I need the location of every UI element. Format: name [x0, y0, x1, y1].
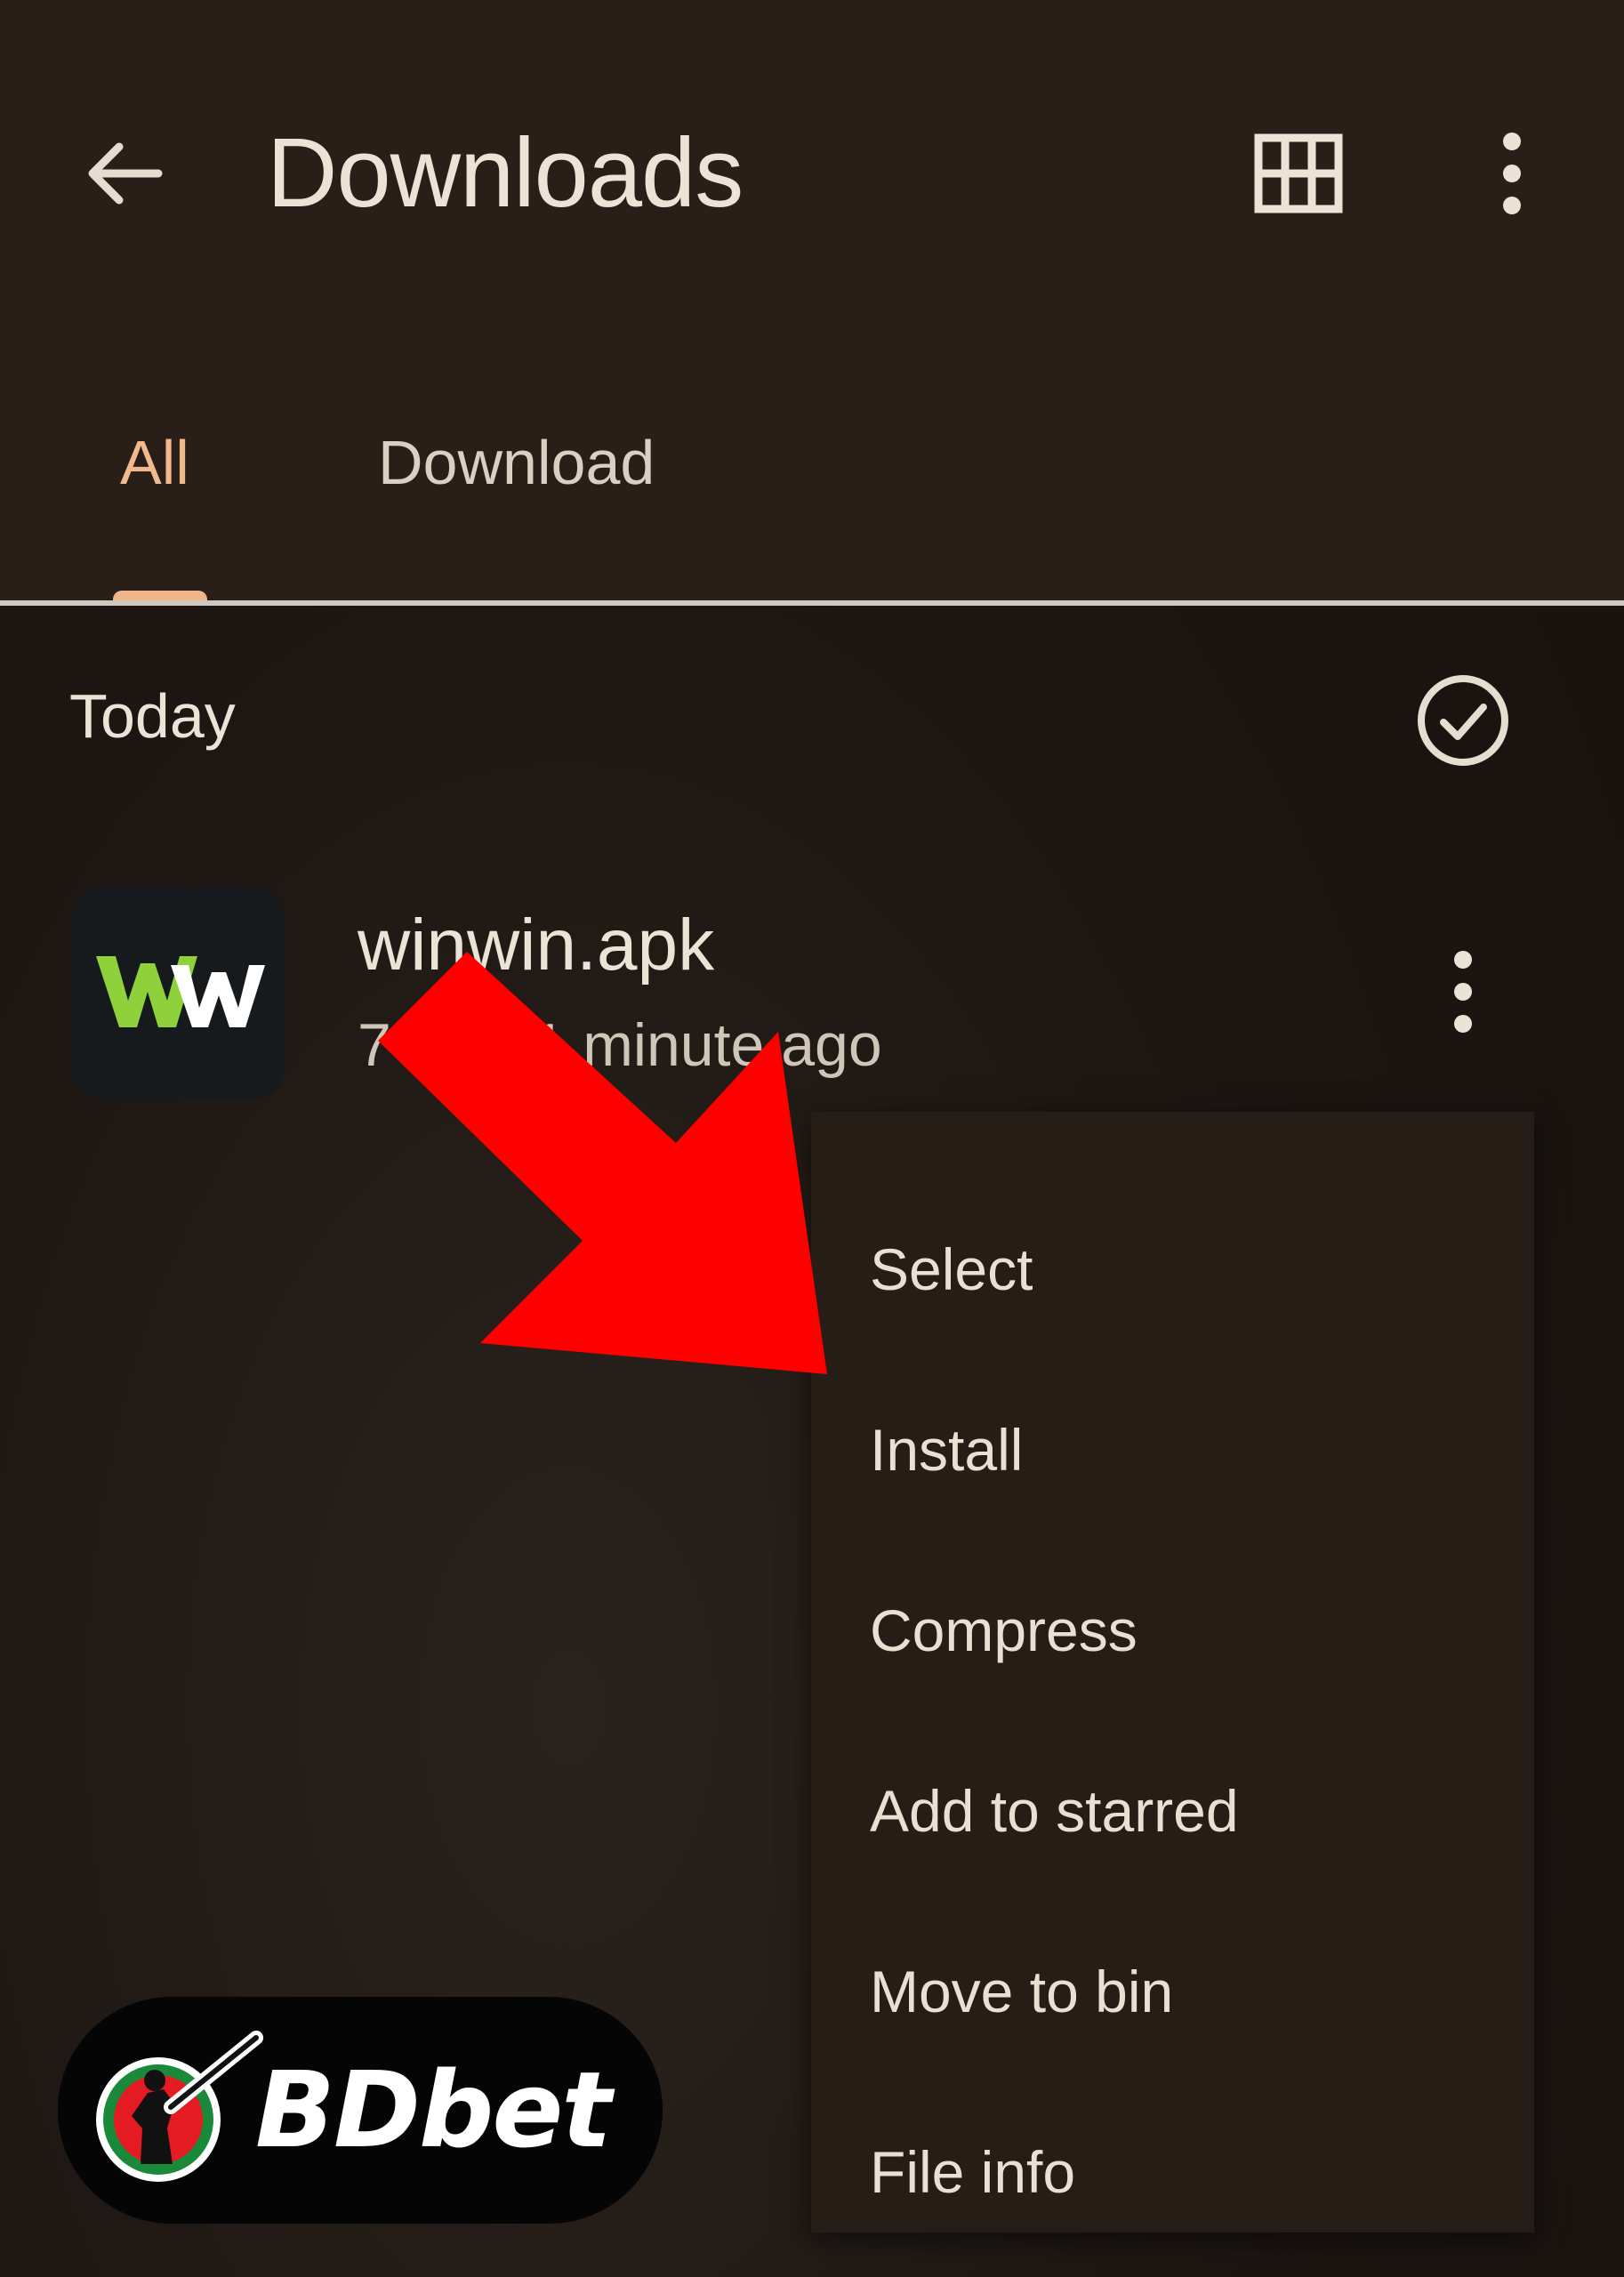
- downloads-screen: Downloads All Download Today winwin.apk …: [0, 0, 1624, 2277]
- menu-item-install[interactable]: Install: [870, 1396, 1510, 1503]
- more-vert-icon[interactable]: [1485, 129, 1539, 218]
- file-name: winwin.apk: [358, 905, 715, 986]
- tab-divider: [0, 600, 1624, 606]
- bdbet-badge: BDbet: [58, 1997, 663, 2224]
- cricket-player-logo-icon: [89, 2031, 267, 2200]
- menu-item-compress[interactable]: Compress: [870, 1577, 1510, 1684]
- bdbet-logo-text: BDbet: [255, 2048, 612, 2171]
- winwin-logo-icon: [96, 956, 265, 1027]
- tab-all[interactable]: All: [120, 418, 189, 507]
- context-menu: Select Install Compress Add to starred M…: [811, 1112, 1534, 2233]
- more-vert-icon[interactable]: [1436, 947, 1490, 1036]
- arrow-left-icon[interactable]: [80, 129, 169, 218]
- menu-item-add-to-starred[interactable]: Add to starred: [870, 1758, 1510, 1864]
- app-bar: Downloads All Download: [0, 0, 1624, 605]
- tab-download[interactable]: Download: [378, 418, 655, 507]
- menu-item-move-to-bin[interactable]: Move to bin: [870, 1938, 1510, 2045]
- grid-view-icon[interactable]: [1254, 133, 1343, 213]
- section-title-today: Today: [69, 681, 236, 751]
- page-title: Downloads: [267, 118, 744, 228]
- menu-item-file-info[interactable]: File info: [870, 2119, 1510, 2225]
- menu-item-select[interactable]: Select: [870, 1216, 1510, 1323]
- apk-file-thumbnail: [71, 885, 285, 1098]
- file-meta: 7 MB, 1 minute ago: [358, 1011, 882, 1079]
- check-circle-icon[interactable]: [1414, 672, 1512, 769]
